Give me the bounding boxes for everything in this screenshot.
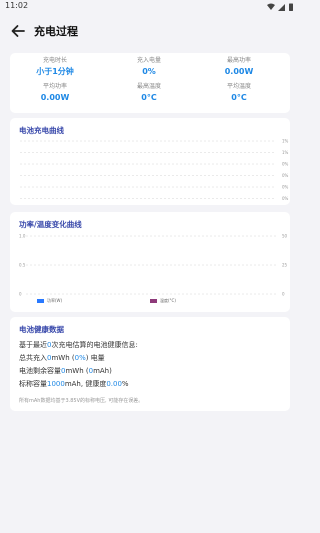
app-bar: 充电过程 <box>0 14 300 48</box>
battery-icon <box>289 3 293 11</box>
stat-label: 最高功率 <box>226 57 251 64</box>
text: % <box>121 380 129 388</box>
y-tick-label: 0% <box>282 162 289 167</box>
left-y-tick-label: 0.5 <box>19 263 26 268</box>
text: 电池剩余容量 <box>19 367 61 375</box>
stat-value: 0.00W <box>224 67 254 76</box>
health-line-nominal: 标称容量1000mAh, 健康度0.00% <box>19 379 129 389</box>
left-y-tick-label: 0 <box>19 292 22 297</box>
status-time: 11:02 <box>5 1 29 10</box>
stat-value: 0°C <box>231 93 247 102</box>
stat-label: 充入电量 <box>136 57 161 64</box>
total-pct: 0% <box>74 354 86 362</box>
stat-charge-duration: 充电时长 小于1分钟 <box>15 57 95 78</box>
health-title: 电池健康数据 <box>19 325 64 334</box>
battery-health-card: 电池健康数据 基于最近0次充电估算的电池健康信息: 总共充入0mWh (0%) … <box>10 317 290 411</box>
legend-swatch-power <box>37 299 44 303</box>
text: ) 电量 <box>85 354 105 362</box>
y-tick-label: 0% <box>282 173 289 178</box>
stat-label: 平均功率 <box>42 83 67 90</box>
right-y-tick-label: 0 <box>282 292 285 297</box>
legend-swatch-temp <box>150 299 157 303</box>
power-temp-chart-card: 功率/温度变化曲线 1.0 50 0.5 25 0 0 功率(W) 温度(°C) <box>10 212 290 312</box>
stat-avg-power: 平均功率 0.00W <box>15 83 95 104</box>
charging-stats-card: 充电时长 小于1分钟 充入电量 0% 最高功率 0.00W 平均功率 0.00W… <box>10 53 290 113</box>
power-temp-chart: 1.0 50 0.5 25 0 0 <box>19 234 288 297</box>
health-line-total-charged: 总共充入0mWh (0%) 电量 <box>19 353 105 363</box>
stat-charged-amount: 充入电量 0% <box>109 57 189 78</box>
stat-value: 0% <box>142 67 156 76</box>
battery-charge-chart-card: 电池充电曲线 1% 1% 0% 0% 0% 0% <box>10 118 290 205</box>
text: 总共充入 <box>19 354 47 362</box>
health-line-remaining: 电池剩余容量0mWh (0mAh) <box>19 366 112 376</box>
text: 基于最近 <box>19 341 47 349</box>
stat-max-power: 最高功率 0.00W <box>199 57 279 78</box>
health-note: 所有mAh数据均基于3.85V的标称电压, 可能存在误差。 <box>19 398 144 404</box>
stat-value: 0.00W <box>40 93 70 102</box>
stat-value: 小于1分钟 <box>36 67 74 76</box>
y-tick-label: 1% <box>282 139 289 144</box>
page-title: 充电过程 <box>34 25 78 38</box>
wifi-icon <box>267 3 275 10</box>
text: 次充电估算的电池健康信息: <box>51 341 138 349</box>
signal-icon <box>278 4 285 11</box>
health-line-based-on: 基于最近0次充电估算的电池健康信息: <box>19 340 138 350</box>
legend-label-power: 功率(W) <box>47 298 63 303</box>
battery-charge-chart: 1% 1% 0% 0% 0% 0% <box>20 139 289 201</box>
stat-label: 最高温度 <box>136 83 161 90</box>
legend-label-temp: 温度(°C) <box>160 298 176 303</box>
stat-max-temp: 最高温度 0°C <box>109 83 189 104</box>
nominal-mah: 1000 <box>47 380 65 388</box>
y-tick-label: 1% <box>282 150 289 155</box>
stat-label: 平均温度 <box>226 83 251 90</box>
left-y-tick-label: 1.0 <box>19 234 26 239</box>
text: mAh) <box>93 367 112 375</box>
back-arrow-icon[interactable] <box>8 21 28 41</box>
text: mWh ( <box>65 367 89 375</box>
right-y-tick-label: 50 <box>282 234 288 239</box>
text: mAh, 健康度 <box>64 380 107 388</box>
text: mWh ( <box>51 354 75 362</box>
health-pct: 0.00 <box>106 380 122 388</box>
y-tick-label: 0% <box>282 185 289 190</box>
status-bar: 11:02 <box>0 0 300 14</box>
status-icons <box>267 3 293 11</box>
stat-avg-temp: 平均温度 0°C <box>199 83 279 104</box>
text: 标称容量 <box>19 380 47 388</box>
stat-label: 充电时长 <box>42 57 67 64</box>
stat-value: 0°C <box>141 93 157 102</box>
right-y-tick-label: 25 <box>282 263 288 268</box>
y-tick-label: 0% <box>282 196 289 201</box>
